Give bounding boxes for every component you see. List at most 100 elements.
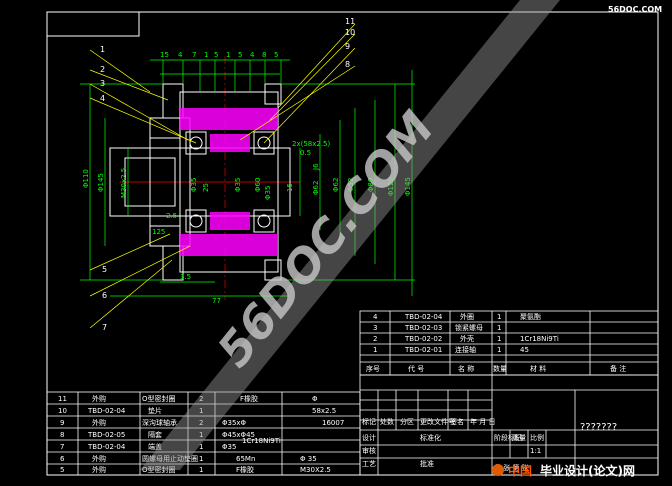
up-h-5: 备 注 [610, 364, 626, 373]
lo-name-3: 隔套 [148, 430, 162, 439]
footer-cn: 中国 [508, 463, 532, 478]
dim-center-3: 15 [286, 183, 294, 192]
balloon-4: 4 [100, 94, 105, 103]
dim-top-0: 15 [160, 51, 169, 59]
up-name-3: 连接轴 [455, 345, 476, 354]
up-h-4: 材 料 [530, 364, 546, 373]
up-code-0: TBD-02-04 [404, 313, 443, 321]
ball-bottom-left [189, 214, 203, 228]
dim-center-2: Φ60 [254, 178, 262, 192]
tb-label-0: 标记 [362, 417, 376, 426]
footer-rest: 毕业设计(论文)网 [540, 463, 635, 478]
dim-top-6: 5 [238, 51, 242, 59]
up-no-3: 1 [373, 346, 377, 354]
lo-name-2: 深沟球轴承 [142, 418, 177, 427]
up-code-3: TBD-02-01 [404, 346, 442, 354]
lo-mat-6: F橡胶 [236, 465, 254, 474]
tb-label2-3: 重量 [512, 434, 526, 442]
lo-mat-0: F橡胶 [240, 394, 258, 403]
tb-row-0: 审核 [362, 446, 376, 455]
lo-spec-1: 58x2.5 [312, 407, 336, 415]
lo-extra-2: 16007 [322, 419, 344, 427]
lo-spec-5: Φ 35 [300, 455, 317, 463]
spacer-top [210, 134, 250, 152]
dim-misc-0: 2.5 [166, 212, 177, 220]
tb-scale: 1:1 [530, 447, 541, 455]
lo-name-0: O型密封圈 [142, 394, 176, 403]
lo-no-3: 8 [60, 431, 64, 439]
lo-spec-6: M30X2.5 [300, 466, 331, 474]
footer-logo: 中国 毕业设计(论文)网 [492, 463, 635, 478]
dim-center-1: Φ35 [234, 178, 242, 192]
dim-misc-1: Φ35 [190, 178, 198, 192]
up-qty-1: 1 [497, 324, 501, 332]
up-qty-2: 1 [497, 335, 501, 343]
lo-code-1: TBD-02-04 [87, 407, 126, 415]
dim-left-0: Φ110 [82, 169, 90, 188]
lo-mat-5: 65Mn [236, 455, 255, 463]
hatch-outer-ring-top [180, 108, 278, 130]
lo-qty-6: 1 [199, 466, 203, 474]
dim-left-2: M30x2.5 [120, 168, 128, 198]
lo-mat-4: Φ35 [222, 443, 236, 451]
up-code-1: TBD-02-03 [404, 324, 442, 332]
up-qty-0: 1 [497, 313, 501, 321]
bearing-bottom-left [185, 209, 207, 233]
leader-8 [239, 65, 356, 141]
lo-spec-4: 1Cr18Ni9Ti [242, 437, 281, 445]
tb-label-2: 分区 [400, 417, 414, 426]
tb-label2-1: 标准化 [420, 433, 441, 442]
leader-10 [269, 33, 356, 121]
dim-top-7: 4 [250, 51, 255, 59]
cad-drawing: 15 4 7 1 5 1 5 4 8 5 77 3.5 2x(58x2.5) 0… [46, 0, 662, 478]
balloon-6: 6 [102, 291, 107, 300]
tb-label2-4: 比例 [530, 433, 544, 442]
dim-top-3: 1 [204, 51, 208, 59]
balloon-3: 3 [100, 79, 105, 88]
dim-top-8: 8 [262, 51, 266, 59]
dim-top-2: 7 [192, 51, 196, 59]
lo-no-1: 10 [58, 407, 67, 415]
up-no-0: 4 [373, 313, 378, 321]
dim-misc-2: Φ35 [264, 186, 272, 200]
up-mat-0: 聚氨酯 [520, 312, 541, 321]
balloon-11: 11 [345, 17, 355, 26]
balloon-10: 10 [345, 28, 355, 37]
lo-code-5: 外购 [92, 454, 106, 463]
dim-bearing-note: 2x(58x2.5) [292, 140, 331, 148]
dim-left-1: Φ145 [97, 173, 105, 192]
lo-code-2: 外购 [92, 418, 106, 427]
spacer-bottom [210, 212, 250, 230]
up-qty-3: 1 [497, 346, 501, 354]
up-name-1: 锁紧螺母 [455, 323, 483, 332]
dim-top-9: 5 [274, 51, 278, 59]
lo-no-5: 6 [60, 455, 65, 463]
leader-1 [89, 49, 151, 93]
housing-cap-top [264, 83, 282, 105]
lo-mat-2: Φ35xΦ [222, 419, 247, 427]
lo-no-2: 9 [60, 419, 64, 427]
dim-bottom-small: 3.5 [180, 273, 191, 281]
lo-name-1: 垫片 [148, 406, 162, 415]
lo-no-0: 11 [58, 395, 67, 403]
dim-top-5: 1 [226, 51, 230, 59]
logo-icon [492, 464, 504, 476]
balloon-1: 1 [100, 45, 105, 54]
tb-label2-0: 设计 [362, 433, 376, 442]
bearing-bottom-right [253, 209, 275, 233]
dim-top-1: 4 [178, 51, 183, 59]
up-no-1: 3 [373, 324, 377, 332]
dim-right-1: J6 [312, 163, 320, 171]
tb-row-2: 批准 [420, 459, 434, 468]
title-stamp-box [46, 11, 140, 37]
lo-code-0: 外购 [92, 394, 106, 403]
lo-code-6: 外购 [92, 465, 106, 474]
ball-bottom-right [257, 214, 271, 228]
lo-code-3: TBD-02-05 [87, 431, 125, 439]
up-name-0: 外圈 [460, 312, 474, 321]
lo-spec-0: Φ [312, 395, 318, 403]
corner-brand: 56DOC.COM [608, 5, 662, 14]
lo-qty-5: 1 [199, 455, 203, 463]
dim-right-0: Φ62 [312, 181, 320, 195]
hatch-outer-ring-bottom [180, 234, 278, 256]
